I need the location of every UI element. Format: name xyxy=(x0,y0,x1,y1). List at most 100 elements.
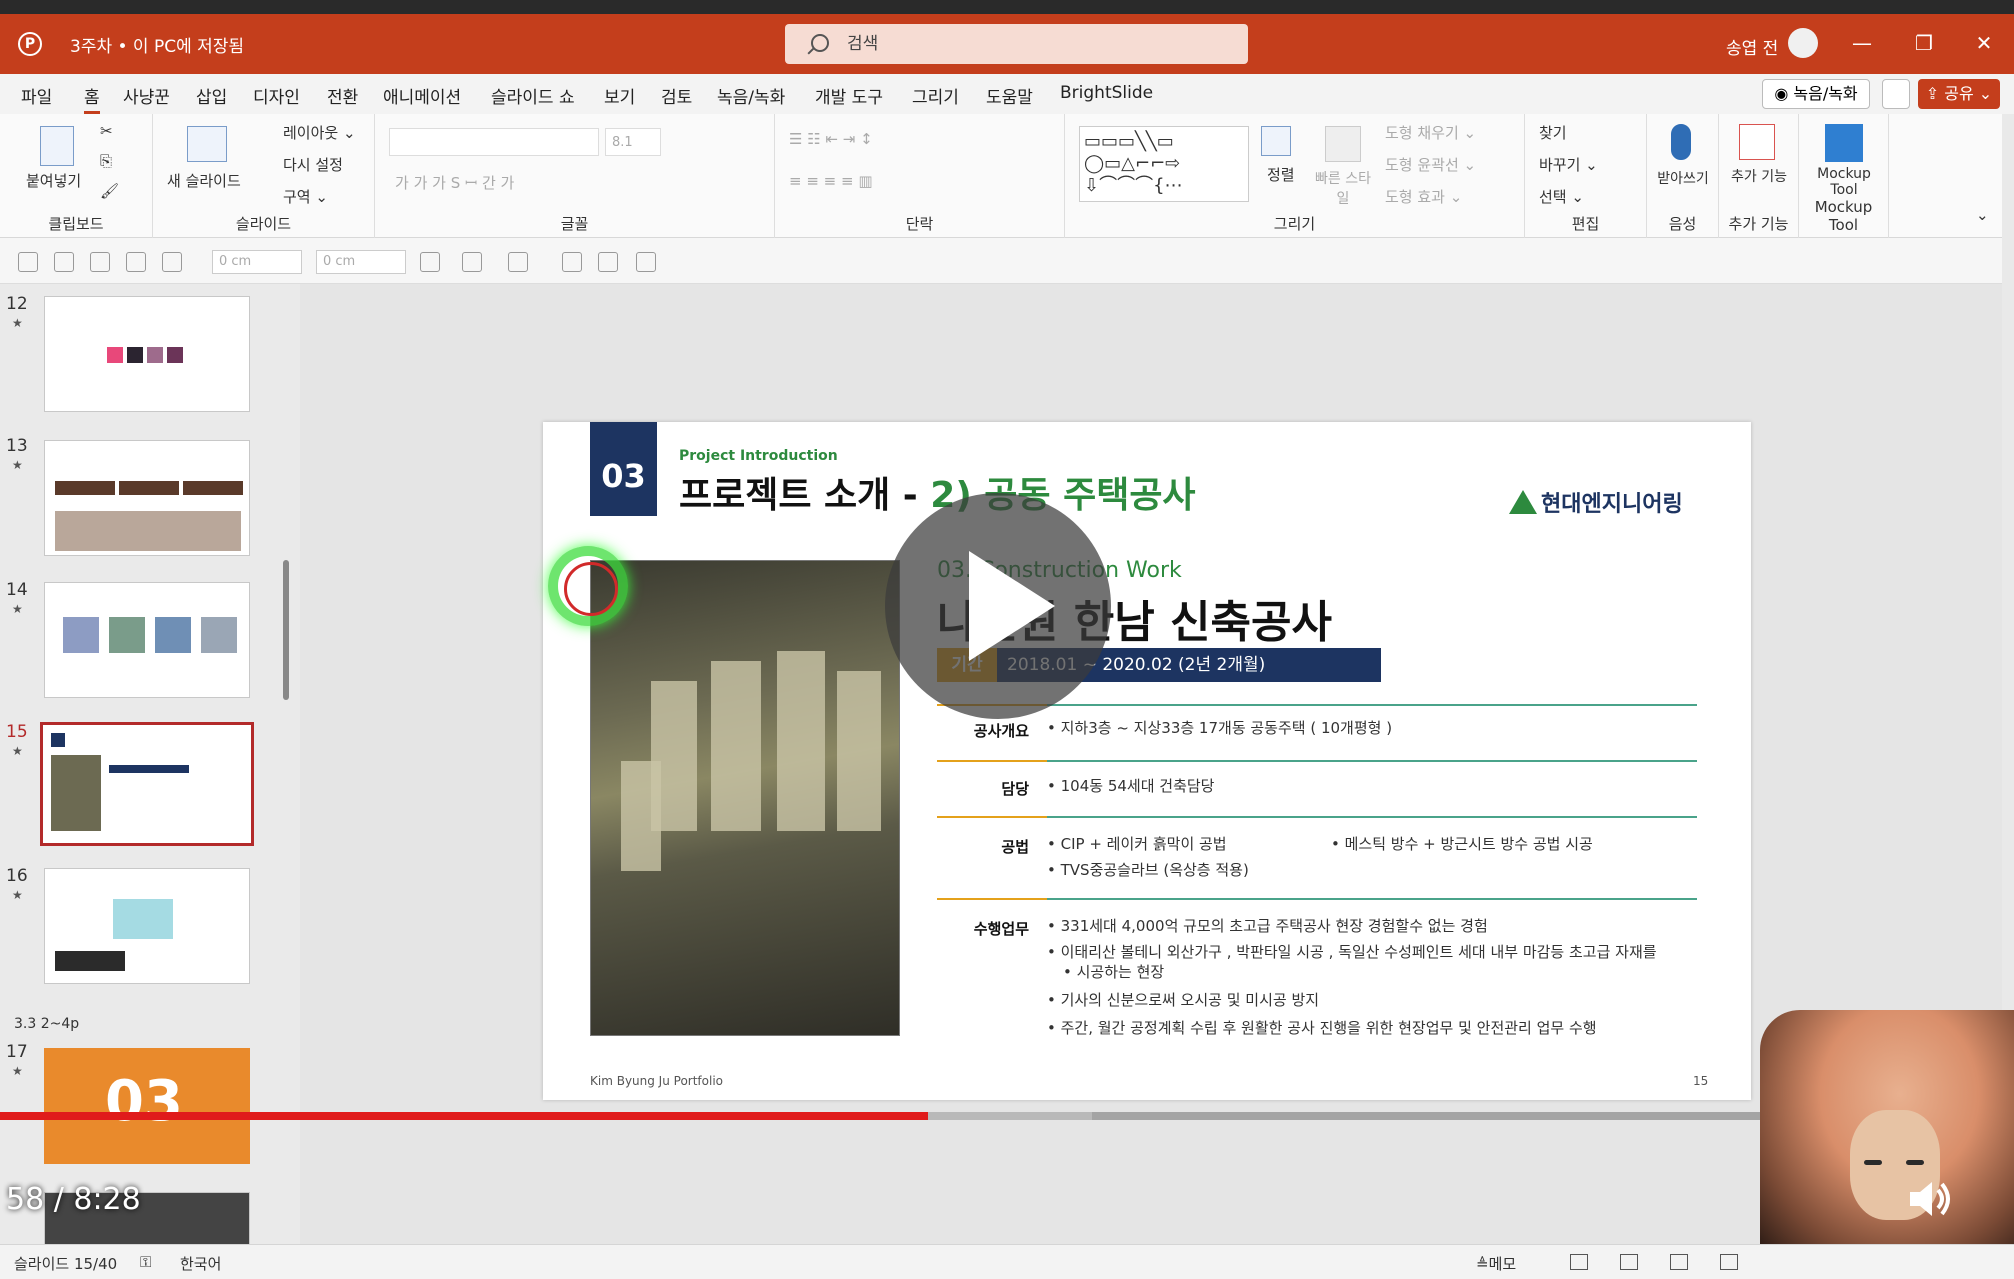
select-button[interactable]: 선택 ⌄ xyxy=(1539,186,1584,207)
row-item: 메스틱 방수 + 방근시트 방수 공법 시공 xyxy=(1331,834,1593,855)
slideshow-view-icon[interactable] xyxy=(1720,1254,1738,1270)
format-icon[interactable] xyxy=(18,252,38,272)
replace-button[interactable]: 바꾸기 ⌄ xyxy=(1539,154,1598,175)
slides-group: 새 슬라이드 레이아웃 ⌄ 다시 설정 구역 ⌄ 슬라이드 xyxy=(153,114,375,238)
search-placeholder: 검색 xyxy=(847,34,879,54)
paste-icon[interactable] xyxy=(40,126,74,166)
thumbnail-scrollbar[interactable] xyxy=(280,290,292,1240)
eraser-icon[interactable] xyxy=(126,252,146,272)
powerpoint-logo-icon: P xyxy=(18,32,42,56)
slide-thumbnail-13[interactable] xyxy=(44,440,250,556)
addins-icon[interactable] xyxy=(1739,124,1775,160)
shape-fill-icon[interactable] xyxy=(508,252,528,272)
search-box[interactable]: 검색 xyxy=(785,24,1248,64)
color-icon[interactable] xyxy=(636,252,656,272)
tab-brightslide[interactable]: BrightSlide xyxy=(1060,83,1153,103)
cut-icon[interactable]: ✂ xyxy=(100,122,113,140)
mockup-tool-icon[interactable] xyxy=(1825,124,1863,162)
font-size-field[interactable]: 8.1 xyxy=(605,128,661,156)
shape-effects-button[interactable]: 도형 효과 ⌄ xyxy=(1385,186,1462,207)
reading-view-icon[interactable] xyxy=(1670,1254,1688,1270)
tab-help[interactable]: 도움말 xyxy=(986,83,1033,108)
record-button[interactable]: ◉ 녹음/녹화 xyxy=(1762,79,1870,109)
arrange-icon[interactable] xyxy=(1261,126,1291,156)
tab-transitions[interactable]: 전환 xyxy=(327,83,358,108)
list-buttons[interactable]: ☰ ☷ ⇤ ⇥ ↕ xyxy=(789,130,873,148)
mockup-tool-button[interactable]: Mockup Tool xyxy=(1803,166,1885,198)
paste-button[interactable]: 붙여넣기 xyxy=(26,170,81,191)
copy-icon[interactable]: ⎘ xyxy=(100,152,112,170)
quick-styles-icon[interactable] xyxy=(1325,126,1361,162)
normal-view-icon[interactable] xyxy=(1570,1254,1588,1270)
font-format-buttons[interactable]: 가 가 가 S ꟷ 간 가 xyxy=(395,172,514,193)
avatar[interactable] xyxy=(1788,28,1818,58)
volume-icon[interactable] xyxy=(1904,1174,1954,1224)
tab-hunter[interactable]: 사냥꾼 xyxy=(123,83,170,108)
section-button[interactable]: 구역 ⌄ xyxy=(283,186,328,207)
find-button[interactable]: 찾기 xyxy=(1539,122,1567,143)
ribbon-collapse-icon[interactable]: ⌄ xyxy=(1976,206,1989,224)
user-name[interactable]: 송엽 전 xyxy=(1726,34,1778,59)
font-name-field[interactable] xyxy=(389,128,599,156)
tab-animations[interactable]: 애니메이션 xyxy=(383,83,461,108)
tab-slideshow[interactable]: 슬라이드 쇼 xyxy=(491,83,575,108)
addins-button[interactable]: 추가 기능 xyxy=(1729,166,1789,186)
accessibility-icon[interactable]: ⚿ xyxy=(140,1253,151,1271)
shape-outline-button[interactable]: 도형 윤곽선 ⌄ xyxy=(1385,154,1476,175)
sorter-view-icon[interactable] xyxy=(1620,1254,1638,1270)
document-title[interactable]: 3주차 • 이 PC에 저장됨 xyxy=(70,32,244,57)
restore-button[interactable]: ❐ xyxy=(1904,28,1944,58)
slide-thumbnail-17[interactable]: 03 xyxy=(44,1048,250,1164)
reset-button[interactable]: 다시 설정 xyxy=(283,154,343,175)
tab-insert[interactable]: 삽입 xyxy=(196,83,227,108)
align-icon[interactable] xyxy=(162,252,182,272)
row-item: CIP + 레이커 흙막이 공법 xyxy=(1047,834,1227,855)
drawing-label: 그리기 xyxy=(1273,215,1316,233)
width-field[interactable]: 0 cm xyxy=(316,250,406,274)
slide-thumbnail-12[interactable] xyxy=(44,296,250,412)
new-slide-button[interactable]: 새 슬라이드 xyxy=(167,170,241,191)
highlighter-icon[interactable] xyxy=(90,252,110,272)
align-buttons[interactable]: ≡ ≡ ≡ ≡ ▥ xyxy=(789,172,873,190)
slide-thumbnail-16[interactable] xyxy=(44,868,250,984)
mockup-label: Mockup Tool xyxy=(1814,198,1873,234)
height-field[interactable]: 0 cm xyxy=(212,250,302,274)
play-icon[interactable] xyxy=(885,493,1111,719)
pen-icon[interactable] xyxy=(54,252,74,272)
minimize-button[interactable]: — xyxy=(1842,28,1882,58)
tab-recording[interactable]: 녹음/녹화 xyxy=(717,83,785,108)
tab-home[interactable]: 홈 xyxy=(84,83,100,114)
slide-thumbnail-14[interactable] xyxy=(44,582,250,698)
comment-icon[interactable] xyxy=(1882,79,1910,109)
microphone-icon[interactable] xyxy=(1671,124,1691,160)
crop-icon[interactable] xyxy=(598,252,618,272)
picture-icon[interactable] xyxy=(562,252,582,272)
shapes-gallery[interactable]: ▭▭▭╲╲▭ ◯▭△⌐⌐⇨ ⇩⌒⌒⌒{⋯ xyxy=(1079,126,1249,202)
language-status[interactable]: 한국어 xyxy=(180,1253,221,1274)
group-icon[interactable] xyxy=(462,252,482,272)
slide-thumbnail-15[interactable] xyxy=(40,722,254,846)
tab-draw[interactable]: 그리기 xyxy=(912,83,959,108)
rotate-icon[interactable] xyxy=(420,252,440,272)
tab-review[interactable]: 검토 xyxy=(661,83,692,108)
arrange-button[interactable]: 정렬 xyxy=(1267,164,1295,185)
tab-file[interactable]: 파일 xyxy=(21,83,52,108)
notes-button[interactable]: ≜메모 xyxy=(1476,1253,1516,1274)
new-slide-icon[interactable] xyxy=(187,126,227,162)
tab-design[interactable]: 디자인 xyxy=(253,83,300,108)
quick-styles-button[interactable]: 빠른 스타일 xyxy=(1313,168,1373,208)
tab-view[interactable]: 보기 xyxy=(604,83,635,108)
shape-fill-button[interactable]: 도형 채우기 ⌄ xyxy=(1385,122,1476,143)
slide-canvas[interactable]: 03 Project Introduction 프로젝트 소개 - 2) 공동 … xyxy=(543,422,1751,1100)
video-progress-bar[interactable] xyxy=(0,1112,2014,1120)
thumb-number: 15 xyxy=(6,722,28,742)
section-header[interactable]: 3.3 2~4p xyxy=(14,1016,79,1032)
format-painter-icon[interactable]: 🖌 xyxy=(100,182,119,200)
dictate-button[interactable]: 받아쓰기 xyxy=(1655,168,1711,188)
slide-footer: Kim Byung Ju Portfolio xyxy=(590,1074,724,1088)
tab-developer[interactable]: 개발 도구 xyxy=(815,83,883,108)
layout-button[interactable]: 레이아웃 ⌄ xyxy=(283,122,356,143)
close-button[interactable]: ✕ xyxy=(1964,28,2004,58)
info-row: 공법 CIP + 레이커 흙막이 공법 TVS중공슬라브 (옥상층 적용) 메스… xyxy=(937,816,1697,896)
share-button[interactable]: ⇪ 공유 ⌄ xyxy=(1918,79,2000,109)
